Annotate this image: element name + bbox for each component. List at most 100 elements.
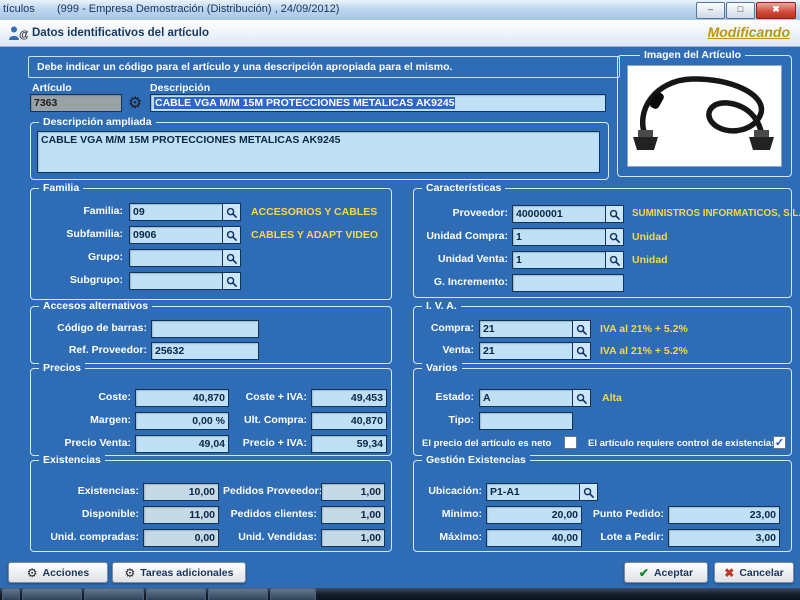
- coste-field[interactable]: 40,870: [135, 389, 229, 407]
- search-icon[interactable]: [573, 320, 591, 338]
- subgrupo-value[interactable]: [129, 272, 223, 290]
- coste-iva-label: Coste + IVA:: [233, 391, 307, 403]
- unidad-compra-field[interactable]: 1: [512, 228, 624, 246]
- search-icon[interactable]: [573, 342, 591, 360]
- maximize-button[interactable]: □: [726, 2, 755, 19]
- taskbar: [0, 588, 800, 600]
- window-title: (999 - Empresa Demostración (Distribució…: [57, 3, 339, 15]
- unid-compradas-label: Unid. compradas:: [35, 531, 139, 543]
- lote-pedir-field[interactable]: 3,00: [668, 529, 780, 547]
- taskbar-item[interactable]: [270, 588, 316, 600]
- iva-compra-value[interactable]: 21: [479, 320, 573, 338]
- ubicacion-value[interactable]: P1-A1: [486, 483, 580, 501]
- unidad-compra-value[interactable]: 1: [512, 228, 606, 246]
- familia-label: Familia:: [35, 205, 123, 217]
- group-title: Imagen del Artículo: [640, 49, 745, 62]
- maximo-field[interactable]: 40,00: [486, 529, 582, 547]
- estado-value[interactable]: A: [479, 389, 573, 407]
- disponible-field: 11,00: [143, 506, 219, 524]
- form-title: Datos identificativos del artículo: [32, 27, 209, 39]
- estado-field[interactable]: A: [479, 389, 591, 407]
- extended-description-group: Descripción ampliada CABLE VGA M/M 15M P…: [30, 122, 609, 180]
- taskbar-item[interactable]: [208, 588, 268, 600]
- description-label: Descripción: [150, 82, 210, 94]
- precio-venta-label: Precio Venta:: [35, 437, 131, 449]
- tipo-field[interactable]: [479, 412, 573, 430]
- button-label: Aceptar: [654, 567, 693, 579]
- subgrupo-field[interactable]: [129, 272, 241, 290]
- subfamilia-desc: CABLES Y ADAPT VIDEO: [251, 229, 378, 241]
- search-icon[interactable]: [223, 203, 241, 221]
- control-existencias-label: El artículo requiere control de existenc…: [588, 438, 776, 449]
- ult-compra-field[interactable]: 40,870: [311, 412, 387, 430]
- description-field[interactable]: CABLE VGA M/M 15M PROTECCIONES METALICAS…: [150, 94, 606, 112]
- search-icon[interactable]: [573, 389, 591, 407]
- search-icon[interactable]: [606, 251, 624, 269]
- group-title: Gestión Existencias: [422, 454, 530, 467]
- proveedor-field[interactable]: 40000001: [512, 205, 624, 223]
- precio-iva-field[interactable]: 59,34: [311, 435, 387, 453]
- control-existencias-checkbox[interactable]: ✓: [773, 436, 786, 449]
- search-icon[interactable]: [223, 272, 241, 290]
- g-incremento-field[interactable]: [512, 274, 624, 292]
- margen-field[interactable]: 0,00 %: [135, 412, 229, 430]
- check-icon: ✔: [639, 566, 649, 580]
- button-label: Acciones: [43, 567, 90, 579]
- proveedor-value[interactable]: 40000001: [512, 205, 606, 223]
- codigo-barras-field[interactable]: [151, 320, 259, 338]
- search-icon[interactable]: [606, 205, 624, 223]
- search-icon[interactable]: [223, 249, 241, 267]
- minimo-field[interactable]: 20,00: [486, 506, 582, 524]
- aceptar-button[interactable]: ✔ Aceptar: [624, 562, 708, 583]
- iva-venta-desc: IVA al 21% + 5.2%: [600, 345, 688, 357]
- unid-compradas-field: 0,00: [143, 529, 219, 547]
- pedidos-clientes-field: 1,00: [321, 506, 385, 524]
- unid-vendidas-field: 1,00: [321, 529, 385, 547]
- search-icon[interactable]: [223, 226, 241, 244]
- grupo-label: Grupo:: [35, 251, 123, 263]
- grupo-value[interactable]: [129, 249, 223, 267]
- subfamilia-value[interactable]: 0906: [129, 226, 223, 244]
- article-options-button[interactable]: ⚙: [125, 93, 145, 113]
- unidad-venta-value[interactable]: 1: [512, 251, 606, 269]
- punto-pedido-field[interactable]: 23,00: [668, 506, 780, 524]
- group-title: Descripción ampliada: [39, 116, 156, 129]
- iva-compra-field[interactable]: 21: [479, 320, 591, 338]
- precio-neto-checkbox[interactable]: [564, 436, 577, 449]
- taskbar-start-button[interactable]: [2, 588, 20, 600]
- search-icon[interactable]: [580, 483, 598, 501]
- extended-description-field[interactable]: CABLE VGA M/M 15M PROTECCIONES METALICAS…: [37, 131, 600, 173]
- pedidos-clientes-label: Pedidos clientes:: [223, 508, 317, 520]
- selected-text: CABLE VGA M/M 15M PROTECCIONES METALICAS…: [154, 97, 455, 109]
- subfamilia-field[interactable]: 0906: [129, 226, 241, 244]
- codigo-barras-label: Código de barras:: [35, 322, 147, 334]
- iva-venta-label: Venta:: [418, 344, 474, 356]
- taskbar-item[interactable]: [146, 588, 206, 600]
- iva-compra-label: Compra:: [418, 322, 474, 334]
- grupo-field[interactable]: [129, 249, 241, 267]
- iva-venta-value[interactable]: 21: [479, 342, 573, 360]
- familia-field[interactable]: 09: [129, 203, 241, 221]
- taskbar-item[interactable]: [22, 588, 82, 600]
- taskbar-item[interactable]: [84, 588, 144, 600]
- pedidos-proveedor-label: Pedidos Proveedor:: [223, 485, 317, 497]
- app-window: tículos (999 - Empresa Demostración (Dis…: [0, 0, 800, 600]
- article-image-group: Imagen del Artículo: [617, 55, 792, 177]
- tareas-adicionales-button[interactable]: ⚙ Tareas adicionales: [112, 562, 246, 583]
- acciones-button[interactable]: ⚙ Acciones: [8, 562, 108, 583]
- titlebar: tículos (999 - Empresa Demostración (Dis…: [0, 0, 800, 21]
- familia-value[interactable]: 09: [129, 203, 223, 221]
- precio-venta-field[interactable]: 49,04: [135, 435, 229, 453]
- unid-vendidas-label: Unid. Vendidas:: [223, 531, 317, 543]
- unidad-venta-field[interactable]: 1: [512, 251, 624, 269]
- minimize-button[interactable]: –: [696, 2, 725, 19]
- ubicacion-field[interactable]: P1-A1: [486, 483, 598, 501]
- coste-iva-field[interactable]: 49,453: [311, 389, 387, 407]
- familia-group: Familia Familia: 09 ACCESORIOS Y CABLES …: [30, 188, 392, 300]
- iva-venta-field[interactable]: 21: [479, 342, 591, 360]
- search-icon[interactable]: [606, 228, 624, 246]
- ref-proveedor-field[interactable]: 25632: [151, 342, 259, 360]
- cancelar-button[interactable]: ✖ Cancelar: [714, 562, 794, 583]
- close-button[interactable]: ✖: [756, 2, 796, 19]
- group-title: Existencias: [39, 454, 105, 467]
